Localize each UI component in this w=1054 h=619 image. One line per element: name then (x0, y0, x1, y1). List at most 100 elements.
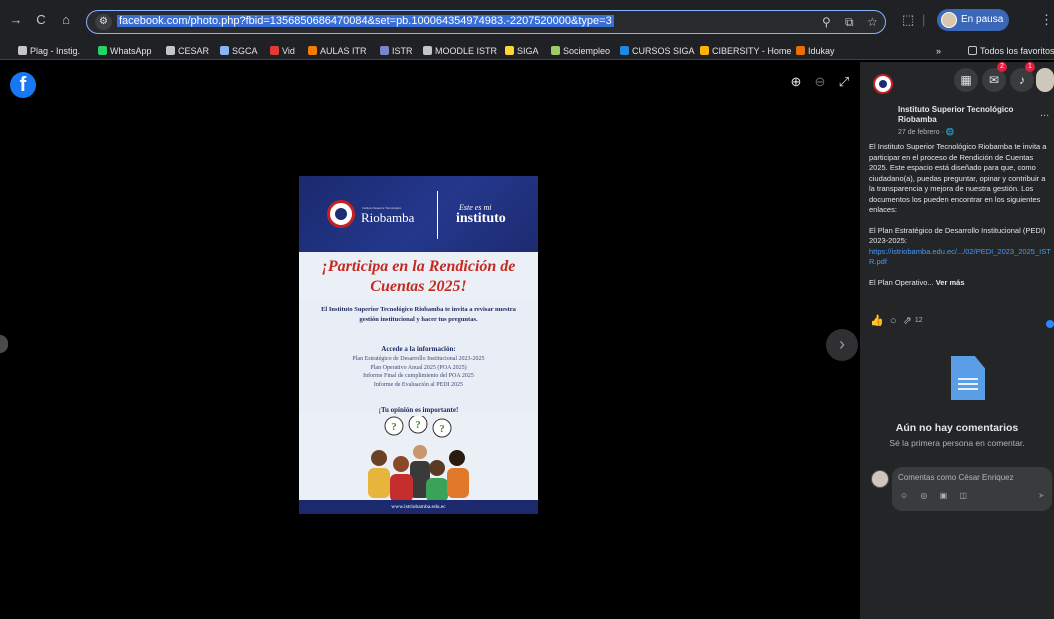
all-bookmarks-folder[interactable]: Todos los favoritos (968, 46, 1054, 56)
poster-institute-name: Riobamba (361, 210, 415, 225)
post-side-panel: ▦ ✉ 2 ♪ 1 Instituto Superior Tecnológico… (860, 62, 1054, 619)
url-text[interactable]: facebook.com/photo.php?fbid=135685068647… (117, 15, 614, 27)
next-photo-button[interactable]: › (826, 329, 858, 361)
comment-placeholder[interactable]: Comentas como César Enriquez (898, 473, 1014, 482)
back-icon[interactable]: → (8, 12, 24, 27)
bookmark-item[interactable]: Vid (270, 46, 295, 56)
sgca-icon (220, 46, 229, 55)
poster-title-line2: Cuentas 2025! (370, 278, 467, 295)
post-date[interactable]: 27 de febrero · 🌐 (898, 128, 955, 136)
bookmark-item[interactable]: MOODLE ISTR (423, 46, 497, 56)
poster-access-item: Informe de Evaluación al PEDI 2025 (373, 381, 464, 388)
bookmark-item[interactable]: SIGA (505, 46, 539, 56)
operativo-line: El Plan Operativo... Ver más (869, 278, 1051, 289)
fullscreen-icon[interactable]: ⤢ (834, 74, 854, 94)
home-icon[interactable]: ⌂ (58, 12, 74, 27)
sociempleo-icon (551, 46, 560, 55)
bookmark-item[interactable]: CIBERSITY - Home (700, 46, 791, 56)
no-comments-title: Aún no hay comentarios (895, 422, 1019, 434)
siga-icon (505, 46, 514, 55)
chrome-menu-icon[interactable]: ⋮ (1040, 12, 1053, 28)
extensions-icon[interactable]: ⬚ (902, 12, 914, 28)
post-intro: El Instituto Superior Tecnológico Riobam… (869, 142, 1047, 214)
svg-text:?: ? (439, 423, 445, 435)
no-comments-subtitle: Sé la primera persona en comentar. (889, 438, 1025, 448)
bookmark-star-icon[interactable]: ☆ (867, 15, 878, 29)
poster-title-line1: ¡Participa en la Rendición de (321, 258, 516, 275)
toolbar-divider: | (922, 12, 926, 27)
poster-title: ¡Participa en la Rendición de Cuentas 20… (299, 257, 538, 297)
comment-tools-icons[interactable]: ☺ ◎ ▣ ◫ (900, 491, 972, 500)
poster-opinion: ¡Tu opinión es importante! (378, 406, 459, 414)
poster-access-list: Plan Estratégico de Desarrollo Instituci… (299, 355, 538, 389)
aulas-icon (308, 46, 317, 55)
poster-access-item: Informe Final de cumplimiento del POA 20… (363, 373, 474, 379)
zoom-out-icon[interactable]: ⊖ (810, 74, 830, 94)
bookmark-item[interactable]: SGCA (220, 46, 258, 56)
profile-status: En pausa (961, 14, 1004, 25)
site-info-icon[interactable]: ⚙ (95, 14, 112, 30)
bookmark-item[interactable]: CESAR (166, 46, 209, 56)
poster-access-heading: Accede a la información: (381, 345, 456, 353)
reaction-indicator-icon (1046, 320, 1054, 328)
install-app-icon[interactable]: ⧉ (845, 15, 854, 30)
browser-toolbar: → C ⌂ ⚙ facebook.com/photo.php?fbid=1356… (0, 0, 1054, 42)
page-avatar[interactable] (873, 74, 893, 94)
folder-icon (968, 46, 977, 55)
bookmarks-overflow-button[interactable]: » (936, 46, 941, 56)
moodle-icon (423, 46, 432, 55)
folder-icon (166, 46, 175, 55)
bookmark-item[interactable]: CURSOS SIGA (620, 46, 695, 56)
bookmark-item[interactable]: AULAS ITR (308, 46, 367, 56)
poster-intro: El Instituto Superior Tecnológico Riobam… (321, 306, 516, 323)
comment-icon[interactable]: ○ (890, 315, 897, 327)
post-body: El Instituto Superior Tecnológico Riobam… (869, 142, 1051, 288)
folder-icon (18, 46, 27, 55)
document-icon (951, 356, 985, 400)
share-count: 12 (914, 317, 923, 324)
menu-grid-icon[interactable]: ▦ (954, 68, 978, 92)
poster-header-divider (437, 191, 438, 239)
address-bar[interactable]: ⚙ facebook.com/photo.php?fbid=1356850686… (86, 10, 886, 34)
notifications-badge: 1 (1025, 62, 1035, 72)
idukay-icon (796, 46, 805, 55)
facebook-logo-icon[interactable]: f (10, 72, 36, 98)
bookmarks-bar: Plag - Instig. WhatsApp CESAR SGCA Vid A… (0, 42, 1054, 60)
profile-avatar (941, 12, 957, 28)
people-illustration: ? ? ? (368, 416, 469, 502)
vid-icon (270, 46, 279, 55)
svg-text:?: ? (391, 421, 397, 433)
cibersity-icon (700, 46, 709, 55)
see-more-link[interactable]: Ver más (936, 278, 965, 287)
messenger-badge: 2 (997, 62, 1007, 72)
whatsapp-icon (98, 46, 107, 55)
poster-access-item: Plan Estratégico de Desarrollo Instituci… (352, 356, 485, 362)
pedi-link[interactable]: https://istriobamba.edu.ec/.../02/PEDI_2… (869, 247, 1051, 268)
poster-access-item: Plan Operativo Anual 2025 (POA 2025) (370, 364, 467, 371)
search-icon[interactable]: ⚲ (822, 15, 831, 29)
bookmark-item[interactable]: Idukay (796, 46, 835, 56)
bookmark-item[interactable]: Sociempleo (551, 46, 610, 56)
bookmark-item[interactable]: Plag - Instig. (18, 46, 80, 56)
svg-text:?: ? (415, 419, 421, 431)
operativo-label: El Plan Operativo... (869, 277, 934, 287)
share-icon[interactable]: ⇗ (903, 315, 912, 327)
commenter-avatar (871, 470, 889, 488)
post-photo: Instituto Superior Tecnológico Riobamba … (299, 176, 538, 514)
account-avatar[interactable] (1036, 68, 1054, 92)
post-options-button[interactable]: ... (1040, 107, 1049, 119)
reload-icon[interactable]: C (33, 12, 49, 27)
send-icon[interactable]: ➤ (1038, 491, 1045, 500)
poster-slogan-line2: instituto (456, 211, 506, 226)
bookmark-item[interactable]: WhatsApp (98, 46, 152, 56)
cursos-icon (620, 46, 629, 55)
zoom-in-icon[interactable]: ⊕ (786, 74, 806, 94)
reaction-bar: 👍 ○ ⇗ 12 (870, 314, 923, 327)
profile-button[interactable]: En pausa (937, 9, 1009, 31)
poster-website: www.istriobamba.edu.ec (299, 500, 538, 514)
like-icon[interactable]: 👍 (870, 315, 884, 327)
page-name[interactable]: Instituto Superior Tecnológico Riobamba (898, 105, 1034, 124)
pedi-label: El Plan Estratégico de Desarrollo Instit… (869, 225, 1046, 246)
institute-emblem (327, 200, 355, 228)
bookmark-item[interactable]: ISTR (380, 46, 413, 56)
